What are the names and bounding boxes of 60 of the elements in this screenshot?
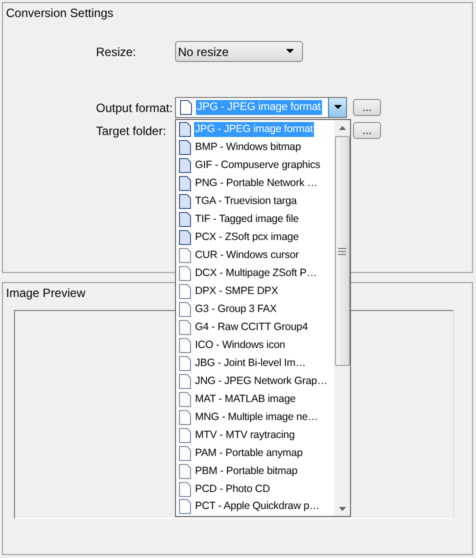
format-option[interactable]: PBM - Portable bitmap <box>176 462 334 480</box>
file-icon <box>179 140 191 156</box>
browse-button[interactable]: ... <box>353 122 381 139</box>
format-option[interactable]: JBG - Joint Bi-level Im… <box>176 354 334 372</box>
field-label: Resize: <box>96 44 138 58</box>
file-icon <box>179 302 191 317</box>
dropdown-arrow-icon <box>334 105 342 110</box>
file-icon <box>179 356 191 371</box>
resize-dropdown[interactable]: No resize <box>175 41 303 62</box>
format-option[interactable]: TIF - Tagged image file <box>176 210 334 229</box>
format-option[interactable]: G4 - Raw CCITT Group4 <box>176 318 334 336</box>
format-option[interactable]: GIF - Compuserve graphics <box>176 156 334 175</box>
file-icon <box>179 122 191 138</box>
file-icon <box>179 194 191 210</box>
field-label: Output format: <box>96 100 174 114</box>
file-icon <box>179 230 191 246</box>
panel-title: Image Preview <box>5 285 86 300</box>
field-label: Target folder: <box>96 124 168 138</box>
scrollbar[interactable] <box>334 120 350 516</box>
dropdown-button[interactable] <box>328 98 346 117</box>
panel-title: Conversion Settings <box>5 5 114 20</box>
file-icon <box>179 392 191 407</box>
file-icon <box>179 248 191 264</box>
scroll-thumb[interactable] <box>334 136 350 366</box>
format-option[interactable]: G3 - Group 3 FAX <box>176 300 334 318</box>
format-option[interactable]: PAM - Portable anymap <box>176 444 334 462</box>
format-option[interactable]: JNG - JPEG Network Grap… <box>176 372 334 390</box>
format-option[interactable]: ICO - Windows icon <box>176 336 334 354</box>
file-icon <box>179 482 191 497</box>
file-icon <box>179 320 191 335</box>
file-icon <box>179 158 191 174</box>
file-icon <box>179 464 191 479</box>
format-option[interactable]: PCD - Photo CD <box>176 480 334 498</box>
file-icon <box>179 499 191 514</box>
file-icon <box>179 212 191 228</box>
file-icon <box>179 374 191 389</box>
format-option[interactable]: MNG - Multiple image ne… <box>176 408 334 426</box>
format-option[interactable]: DCX - Multipage ZSoft P… <box>176 264 334 283</box>
file-icon <box>179 428 191 443</box>
grip-icon <box>338 248 346 254</box>
file-icon <box>179 176 191 192</box>
file-icon <box>179 446 191 461</box>
format-option[interactable]: PNG - Portable Network … <box>176 174 334 193</box>
format-option[interactable]: PCX - ZSoft pcx image <box>176 228 334 247</box>
file-icon <box>179 410 191 425</box>
file-icon <box>179 338 191 353</box>
dropdown-arrow-icon <box>286 49 294 54</box>
format-option[interactable]: TGA - Truevision targa <box>176 192 334 211</box>
format-option[interactable]: MTV - MTV raytracing <box>176 426 334 444</box>
scroll-up-icon[interactable] <box>338 126 346 130</box>
format-option[interactable]: BMP - Windows bitmap <box>176 138 334 157</box>
format-option[interactable]: DPX - SMPE DPX <box>176 282 334 301</box>
format-option[interactable]: MAT - MATLAB image <box>176 390 334 408</box>
file-icon <box>179 284 191 300</box>
scroll-down-icon[interactable] <box>338 507 346 511</box>
browse-button[interactable]: ... <box>353 99 381 116</box>
format-option[interactable]: PCT - Apple Quickdraw p… <box>176 498 334 516</box>
file-icon <box>179 266 191 282</box>
file-icon <box>180 100 192 115</box>
format-option[interactable]: CUR - Windows cursor <box>176 246 334 265</box>
